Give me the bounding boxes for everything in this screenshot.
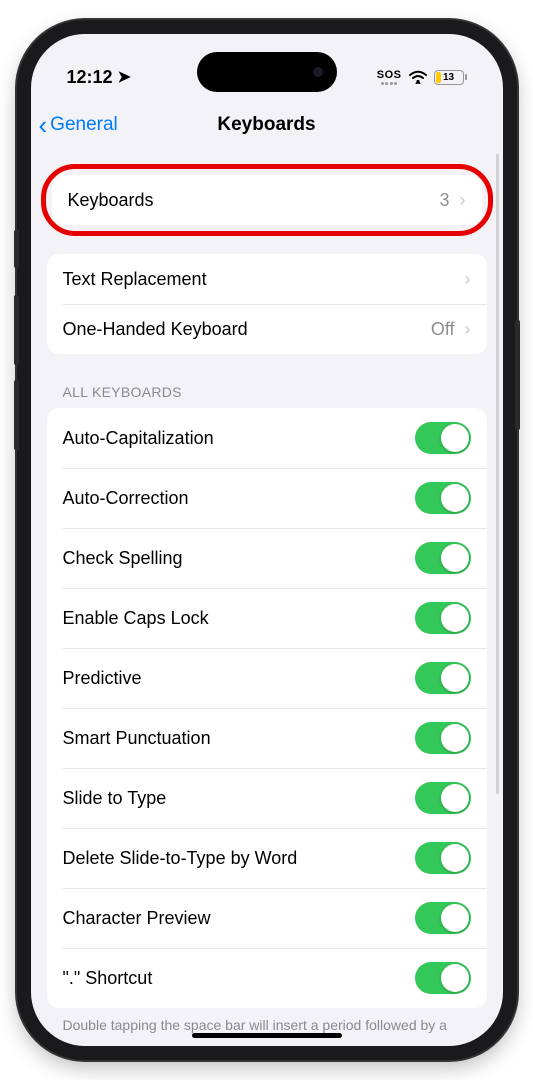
row-value: Off: [431, 319, 455, 340]
row-label: Smart Punctuation: [63, 728, 211, 749]
chevron-right-icon: ›: [465, 269, 471, 290]
chevron-right-icon: ›: [460, 190, 466, 211]
toggle-knob: [441, 964, 469, 992]
toggle-switch[interactable]: [415, 662, 471, 694]
toggle-switch[interactable]: [415, 602, 471, 634]
toggle-knob: [441, 484, 469, 512]
toggle-knob: [441, 664, 469, 692]
row-label: Auto-Correction: [63, 488, 189, 509]
volume-down: [14, 380, 19, 450]
section-footer-text: Double tapping the space bar will insert…: [47, 1008, 487, 1036]
row-label: Predictive: [63, 668, 142, 689]
dynamic-island: [197, 52, 337, 92]
toggle-knob: [441, 904, 469, 932]
row-label: "." Shortcut: [63, 968, 153, 989]
row-label: Slide to Type: [63, 788, 167, 809]
text-replacement-row[interactable]: Text Replacement ›: [47, 254, 487, 304]
row-label: Auto-Capitalization: [63, 428, 214, 449]
toggle-knob: [441, 844, 469, 872]
row-label: Character Preview: [63, 908, 211, 929]
toggle-switch[interactable]: [415, 842, 471, 874]
row-label: Check Spelling: [63, 548, 183, 569]
row-label: Enable Caps Lock: [63, 608, 209, 629]
all-keyboards-group: Auto-Capitalization Auto-Correction Check …: [47, 408, 487, 1008]
chevron-right-icon: ›: [465, 319, 471, 340]
toggle-switch[interactable]: [415, 962, 471, 994]
one-handed-keyboard-row[interactable]: One-Handed Keyboard Off ›: [47, 304, 487, 354]
section-header-all-keyboards: ALL KEYBOARDS: [47, 354, 487, 408]
back-label: General: [50, 114, 118, 136]
toggle-row: Delete Slide-to-Type by Word: [47, 828, 487, 888]
toggle-row: Slide to Type: [47, 768, 487, 828]
toggle-switch[interactable]: [415, 902, 471, 934]
location-icon: ➤: [118, 67, 131, 87]
battery-indicator: 13: [434, 70, 467, 85]
highlight-annotation: Keyboards 3 ›: [41, 164, 493, 236]
row-label: Delete Slide-to-Type by Word: [63, 848, 298, 869]
toggle-knob: [441, 544, 469, 572]
toggle-row: Smart Punctuation: [47, 708, 487, 768]
back-button[interactable]: ‹ General: [39, 112, 118, 138]
keyboards-row[interactable]: Keyboards 3 ›: [52, 175, 482, 225]
chevron-left-icon: ‹: [39, 112, 48, 138]
content-scroll[interactable]: Keyboards 3 › Text Replacement: [31, 152, 503, 1036]
row-label: Text Replacement: [63, 269, 207, 290]
toggle-knob: [441, 424, 469, 452]
toggle-row: Character Preview: [47, 888, 487, 948]
toggle-row: "." Shortcut: [47, 948, 487, 1008]
status-time: 12:12: [67, 67, 113, 88]
toggle-switch[interactable]: [415, 422, 471, 454]
toggle-row: Auto-Capitalization: [47, 408, 487, 468]
power-button: [515, 320, 520, 430]
sos-indicator: SOS: [377, 70, 402, 85]
row-label: Keyboards: [68, 190, 154, 211]
row-label: One-Handed Keyboard: [63, 319, 248, 340]
phone-frame: 12:12 ➤ SOS 13: [17, 20, 517, 1060]
toggle-row: Predictive: [47, 648, 487, 708]
toggle-switch[interactable]: [415, 722, 471, 754]
toggle-switch[interactable]: [415, 542, 471, 574]
toggle-knob: [441, 784, 469, 812]
row-value: 3: [439, 190, 449, 211]
navigation-bar: ‹ General Keyboards: [31, 98, 503, 152]
mute-switch: [14, 230, 19, 268]
scrollbar[interactable]: [496, 154, 499, 794]
toggle-knob: [441, 604, 469, 632]
wifi-icon: [408, 70, 428, 84]
toggle-switch[interactable]: [415, 782, 471, 814]
home-indicator[interactable]: [192, 1033, 342, 1038]
toggle-row: Check Spelling: [47, 528, 487, 588]
toggle-row: Auto-Correction: [47, 468, 487, 528]
toggle-switch[interactable]: [415, 482, 471, 514]
volume-up: [14, 295, 19, 365]
toggle-row: Enable Caps Lock: [47, 588, 487, 648]
toggle-knob: [441, 724, 469, 752]
